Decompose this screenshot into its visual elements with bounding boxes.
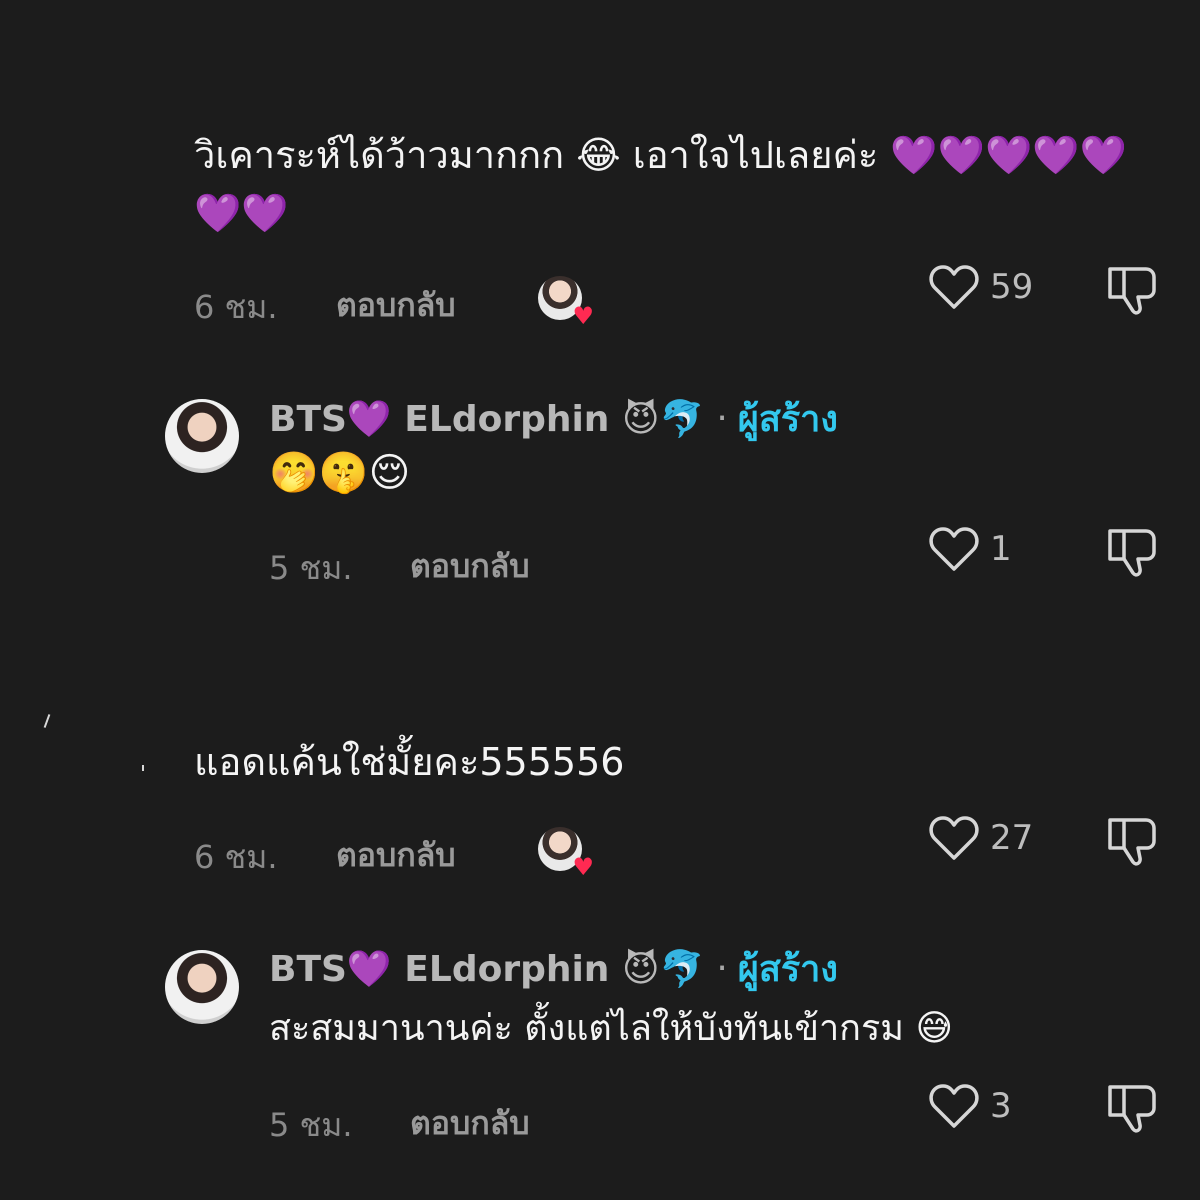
creator-liked-badge: ♥: [538, 276, 594, 328]
reply-header: BTS💜 ELdorphin 😈🐬 · ผู้สร้าง: [269, 390, 838, 447]
stray-mark: [43, 714, 51, 728]
separator-dot: ·: [716, 398, 728, 439]
like-count: 59: [990, 267, 1034, 307]
heart-icon: ♥: [572, 853, 594, 881]
reply-button[interactable]: ตอบกลับ: [336, 280, 456, 331]
creator-liked-badge: ♥: [538, 827, 594, 879]
reply-text: สะสมมานานค่ะ ตั้งแต่ไล่ให้บังทันเข้ากรม …: [269, 1008, 953, 1049]
comment-text: วิเคาระห์ได้ว้าวมากกก 😂 เอาใจไปเลยค่ะ 💜💜…: [194, 133, 1127, 235]
heart-outline-icon: [929, 816, 979, 860]
reply-username[interactable]: BTS💜 ELdorphin 😈🐬: [269, 398, 704, 440]
comment-time: 6 ชม.: [194, 288, 278, 326]
thumbs-down-outline-icon: [1108, 818, 1156, 866]
dislike-button[interactable]: [1104, 1082, 1160, 1138]
reply-button[interactable]: ตอบกลับ: [410, 1098, 530, 1149]
heart-icon: ♥: [572, 302, 594, 330]
like-button[interactable]: 59: [928, 263, 1033, 311]
reply-username[interactable]: BTS💜 ELdorphin 😈🐬: [269, 948, 704, 990]
separator-dot: ·: [716, 948, 728, 989]
creator-badge: ผู้สร้าง: [737, 949, 838, 990]
like-count: 3: [990, 1086, 1012, 1126]
thumbs-down-outline-icon: [1108, 529, 1156, 577]
dislike-button[interactable]: [1104, 264, 1160, 320]
like-button[interactable]: 1: [928, 525, 1012, 573]
like-count: 27: [990, 818, 1034, 858]
like-button[interactable]: 27: [928, 814, 1033, 862]
like-count: 1: [990, 529, 1012, 569]
avatar[interactable]: [165, 399, 239, 473]
reply-time: 5 ชม.: [269, 549, 353, 587]
comment-text: แอดแค้นใช่มั้ยคะ555556: [194, 740, 625, 784]
dislike-button[interactable]: [1104, 815, 1160, 871]
heart-outline-icon: [929, 265, 979, 309]
reply-text: 🤭🤫😌: [269, 450, 411, 496]
reply-button[interactable]: ตอบกลับ: [410, 541, 530, 592]
thumbs-down-outline-icon: [1108, 267, 1156, 315]
dislike-button[interactable]: [1104, 526, 1160, 582]
heart-outline-icon: [929, 527, 979, 571]
avatar[interactable]: [165, 950, 239, 1024]
like-button[interactable]: 3: [928, 1082, 1012, 1130]
heart-outline-icon: [929, 1084, 979, 1128]
reply-header: BTS💜 ELdorphin 😈🐬 · ผู้สร้าง: [269, 940, 838, 997]
comment-time: 6 ชม.: [194, 838, 278, 876]
thumbs-down-outline-icon: [1108, 1085, 1156, 1133]
reply-button[interactable]: ตอบกลับ: [336, 830, 456, 881]
creator-badge: ผู้สร้าง: [737, 399, 838, 440]
reply-time: 5 ชม.: [269, 1106, 353, 1144]
stray-mark: [142, 765, 144, 771]
